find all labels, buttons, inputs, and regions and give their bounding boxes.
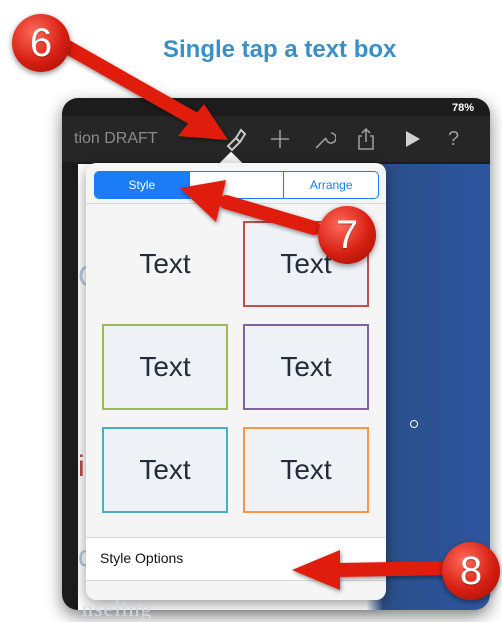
arrow-to-paintbrush	[55, 37, 228, 140]
step-7-badge: 7	[318, 206, 376, 264]
annotation-arrows	[55, 37, 455, 590]
step-8-badge: 8	[442, 542, 500, 600]
arrow-to-style-tab	[180, 180, 321, 235]
arrow-to-style-options	[292, 550, 455, 590]
step-6-badge: 6	[12, 14, 70, 72]
